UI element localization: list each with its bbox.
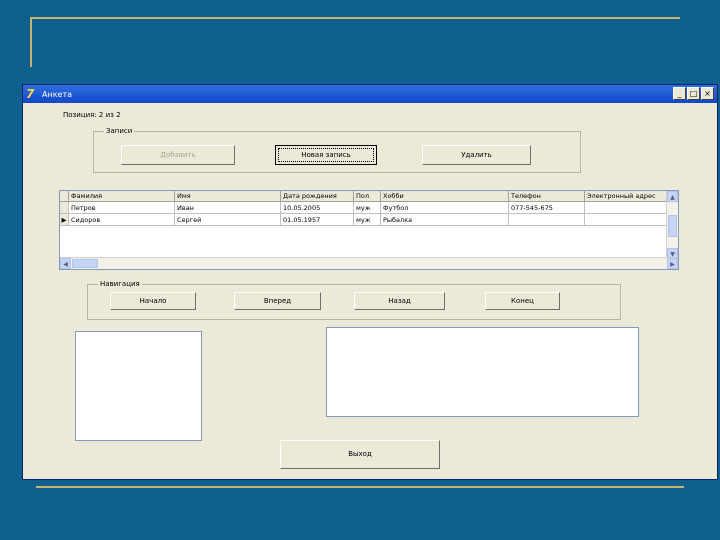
table-cell[interactable]: 077-545-675	[509, 202, 585, 214]
table-cell[interactable]: Сергей	[175, 214, 281, 226]
table-cell[interactable]: Сидоров	[69, 214, 175, 226]
table-cell[interactable]: Рыбалка	[381, 214, 509, 226]
table-cell[interactable]: Петров	[69, 202, 175, 214]
position-label: Позиция: 2 из 2	[63, 111, 121, 119]
photo-panel	[75, 331, 202, 441]
records-group-title: Записи	[104, 127, 135, 135]
slide-left-line	[30, 17, 32, 67]
window-controls: _ □ ×	[673, 87, 714, 100]
app-icon: 7	[26, 87, 35, 101]
table-cell[interactable]	[585, 202, 669, 214]
scroll-up-arrow-icon[interactable]: ▲	[667, 191, 678, 202]
grid-header-cell[interactable]: Хобби	[381, 191, 509, 202]
grid-header-cell[interactable]: Имя	[175, 191, 281, 202]
table-cell[interactable]: 10.05.2005	[281, 202, 354, 214]
window-title: Анкета	[42, 89, 73, 99]
table-cell[interactable]	[509, 214, 585, 226]
exit-button[interactable]: Выход	[280, 440, 440, 469]
last-button[interactable]: Конец	[485, 292, 560, 310]
table-cell[interactable]	[585, 214, 669, 226]
delete-button[interactable]: Удалить	[422, 145, 531, 165]
table-row[interactable]: ▶ Сидоров Сергей 01.05.1957 муж Рыбалка	[60, 214, 669, 226]
slide-top-line	[30, 17, 680, 19]
grid-header-cell[interactable]: Фамилия	[69, 191, 175, 202]
grid-horizontal-scrollbar[interactable]: ◀ ▶	[60, 257, 678, 269]
vertical-scroll-thumb[interactable]	[668, 215, 677, 237]
navigation-group-title: Навигация	[98, 280, 142, 288]
grid-vertical-scrollbar[interactable]: ▲ ▼	[666, 191, 678, 259]
table-cell[interactable]: Футбол	[381, 202, 509, 214]
details-memo[interactable]	[326, 327, 639, 417]
grid-header-cell[interactable]: Пол	[354, 191, 381, 202]
scroll-right-arrow-icon[interactable]: ▶	[667, 258, 678, 269]
new-record-button[interactable]: Новая запись	[275, 145, 377, 165]
table-cell[interactable]: 01.05.1957	[281, 214, 354, 226]
row-indicator	[60, 202, 69, 214]
grid-header-cell[interactable]: Дата рождения	[281, 191, 354, 202]
grid-header-indicator	[60, 191, 69, 202]
next-button[interactable]: Вперед	[234, 292, 321, 310]
table-cell[interactable]: муж	[354, 202, 381, 214]
table-cell[interactable]: муж	[354, 214, 381, 226]
first-button[interactable]: Начало	[110, 292, 196, 310]
horizontal-scroll-thumb[interactable]	[72, 259, 98, 268]
row-indicator: ▶	[60, 214, 69, 226]
scroll-left-arrow-icon[interactable]: ◀	[60, 258, 71, 269]
table-cell[interactable]: Иван	[175, 202, 281, 214]
add-button[interactable]: Добавить	[121, 145, 235, 165]
app-window: 7 Анкета _ □ × Позиция: 2 из 2 Записи До…	[22, 84, 718, 480]
grid-header-cell[interactable]: Электронный адрес	[585, 191, 669, 202]
table-row[interactable]: Петров Иван 10.05.2005 муж Футбол 077-54…	[60, 202, 669, 214]
grid-header-cell[interactable]: Телефон	[509, 191, 585, 202]
close-button[interactable]: ×	[701, 87, 714, 100]
previous-button[interactable]: Назад	[354, 292, 445, 310]
minimize-button[interactable]: _	[673, 87, 686, 100]
title-bar[interactable]: 7 Анкета _ □ ×	[23, 85, 717, 103]
slide-bottom-line	[36, 486, 684, 488]
records-grid[interactable]: Фамилия Имя Дата рождения Пол Хобби Теле…	[59, 190, 679, 270]
maximize-button[interactable]: □	[687, 87, 700, 100]
grid-header: Фамилия Имя Дата рождения Пол Хобби Теле…	[60, 191, 669, 202]
